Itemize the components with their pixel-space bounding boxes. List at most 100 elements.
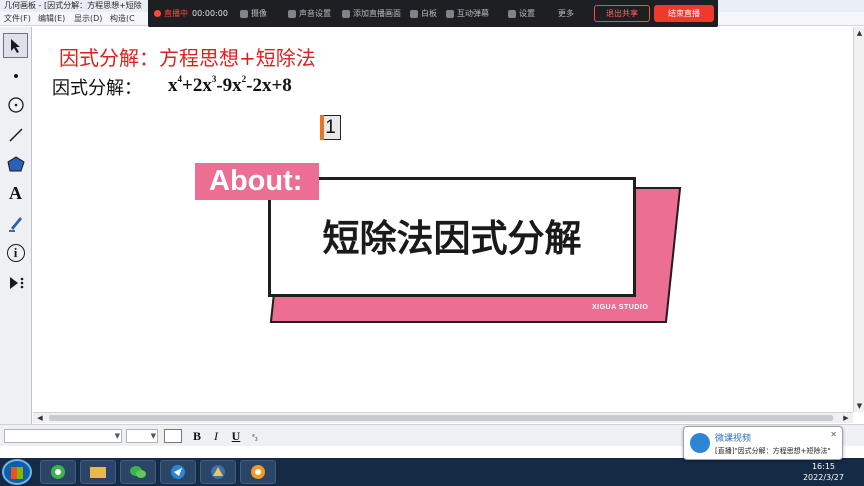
live-toolbar: 直播中 00:00:00 摄像 声音设置 添加直播画面 白板 互动弹幕 设置 更… (148, 0, 718, 28)
windows-logo-icon (11, 467, 23, 479)
screen: 几何画板 - [因式分解：方程思想+短除 文件(F) 编辑(E) 显示(D) 构… (0, 0, 864, 486)
taskbar-browser[interactable] (40, 460, 76, 484)
text-color-swatch[interactable] (164, 429, 182, 443)
font-family-select[interactable]: ▼ (4, 429, 122, 443)
italic-button[interactable]: I (209, 428, 223, 444)
underline-button[interactable]: U (229, 428, 243, 444)
microphone-icon (288, 9, 296, 18)
camera-icon (240, 9, 248, 18)
page-number-button[interactable]: 1 (320, 115, 341, 140)
lesson-heading: 因式分解：方程思想+短除法 (59, 46, 316, 70)
taskbar-feishu[interactable] (160, 460, 196, 484)
compass-circle-icon (7, 96, 24, 113)
scroll-right-icon[interactable]: ▶ (841, 413, 851, 424)
tool-arrow-select[interactable] (3, 33, 28, 58)
notification-app-icon (690, 433, 710, 453)
menu-file[interactable]: 文件(F) (4, 12, 31, 26)
sticker-title: 短除法因式分解 (322, 217, 582, 260)
browser-icon (51, 465, 65, 479)
danmaku-icon (446, 9, 454, 18)
bold-button[interactable]: B (190, 428, 204, 444)
studio-brand: XIGUA STUDIO (592, 304, 649, 311)
danmaku-label: 互动弹幕 (457, 9, 489, 18)
polynomial-expression: x4+2x3-9x2-2x+8 (168, 74, 292, 97)
end-live-button[interactable]: 结束直播 (654, 5, 714, 22)
mic-settings-label: 声音设置 (299, 9, 331, 18)
taskbar-file-explorer[interactable] (80, 460, 116, 484)
expr-term-1: x (168, 75, 178, 96)
taskbar-wechat[interactable] (120, 460, 156, 484)
danmaku-button[interactable]: 互动弹幕 (446, 0, 489, 28)
add-screen-label: 添加直播画面 (353, 9, 401, 18)
scroll-left-icon[interactable]: ◀ (35, 413, 45, 424)
settings-label: 设置 (519, 9, 535, 18)
live-dot-icon (154, 10, 161, 17)
live-timer: 00:00:00 (192, 9, 228, 18)
sketchpad-icon (211, 465, 225, 479)
toolbox: A i (0, 27, 32, 425)
special-symbols-button[interactable]: ᵃ₃ (248, 428, 262, 444)
whiteboard-button[interactable]: 白板 (410, 0, 437, 28)
add-screen-button[interactable]: 添加直播画面 (342, 0, 401, 28)
start-button[interactable] (2, 459, 32, 485)
paper-plane-icon (171, 465, 185, 479)
exit-share-button[interactable]: 退出共享 (594, 5, 650, 22)
settings-button[interactable]: 设置 (508, 0, 535, 28)
horizontal-scrollbar[interactable]: ◀ ▶ (33, 412, 853, 423)
mic-settings-button[interactable]: 声音设置 (288, 0, 331, 28)
tool-compass[interactable] (3, 92, 28, 117)
notification-message: [直播]"因式分解：方程思想+短除法" (715, 447, 831, 455)
window-title: 几何画板 - [因式分解：方程思想+短除 (4, 1, 142, 10)
tool-marker[interactable] (3, 210, 28, 235)
clock-time: 16:15 (811, 462, 836, 471)
gear-icon (508, 9, 516, 18)
tool-point[interactable] (3, 63, 28, 88)
information-icon: i (6, 243, 25, 262)
live-status-label: 直播中 (164, 9, 188, 18)
notification-app-name: 微课视频 (715, 434, 752, 444)
vertical-scrollbar[interactable]: ▲ ▼ (853, 27, 864, 412)
tool-custom[interactable] (3, 270, 28, 295)
folder-icon (90, 467, 106, 478)
add-screen-icon (342, 9, 350, 18)
horizontal-scroll-thumb[interactable] (49, 415, 833, 421)
live-status: 直播中 (154, 0, 188, 28)
taskbar: 16:15 2022/3/27 (0, 458, 864, 486)
camera-label: 摄像 (251, 9, 267, 18)
font-size-select[interactable]: ▼ (126, 429, 158, 443)
problem-label: 因式分解： (52, 78, 142, 99)
line-icon (8, 127, 23, 142)
wechat-icon (130, 466, 146, 478)
tool-text[interactable]: A (3, 181, 28, 206)
scroll-up-icon[interactable]: ▲ (855, 28, 864, 38)
arrow-select-icon (10, 38, 20, 53)
taskbar-geometry-sketchpad[interactable] (200, 460, 236, 484)
notification-popup[interactable]: 微课视频 ✕ [直播]"因式分解：方程思想+短除法" (683, 426, 843, 460)
polygon-icon (6, 155, 25, 171)
chevron-down-icon: ▼ (114, 432, 120, 440)
expr-term-4: -2x+8 (246, 75, 292, 96)
about-label: About: (209, 165, 303, 197)
menu-construct[interactable]: 构造(C (110, 12, 135, 26)
whiteboard-icon (410, 9, 418, 18)
menu-edit[interactable]: 编辑(E) (38, 12, 65, 26)
tool-polygon[interactable] (3, 151, 28, 176)
scroll-down-icon[interactable]: ▼ (855, 401, 864, 411)
system-clock[interactable]: 16:15 2022/3/27 (803, 461, 844, 483)
chevron-down-icon: ▼ (150, 432, 156, 440)
more-button[interactable]: 更多 (558, 0, 574, 28)
tool-information[interactable]: i (3, 240, 28, 265)
marker-icon (8, 216, 22, 232)
whiteboard-label: 白板 (421, 9, 437, 18)
expr-term-3: -9x (216, 75, 242, 96)
camera-button[interactable]: 摄像 (240, 0, 267, 28)
menu-display[interactable]: 显示(D) (74, 12, 102, 26)
taskbar-live-app[interactable] (240, 460, 276, 484)
point-icon (13, 73, 18, 78)
live-app-icon (251, 465, 265, 479)
expr-term-2: +2x (182, 75, 212, 96)
custom-tool-icon (9, 276, 23, 289)
tool-line[interactable] (3, 122, 28, 147)
clock-date: 2022/3/27 (802, 473, 844, 482)
close-icon[interactable]: ✕ (830, 430, 837, 439)
